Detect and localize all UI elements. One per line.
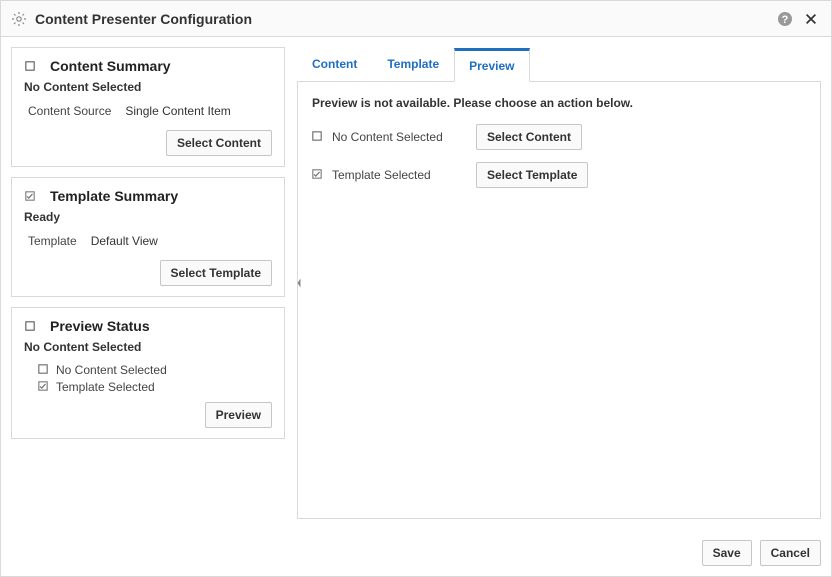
preview-panel: Preview is not available. Please choose … (297, 82, 821, 519)
preview-button[interactable]: Preview (205, 402, 272, 428)
preview-status-title: Preview Status (50, 318, 150, 334)
action-label-text: No Content Selected (332, 130, 443, 144)
action-label: No Content Selected (312, 130, 462, 144)
content-summary-title: Content Summary (50, 58, 171, 74)
checked-icon (38, 381, 50, 393)
select-template-button[interactable]: Select Template (160, 260, 272, 286)
tab-content[interactable]: Content (297, 48, 372, 82)
list-item: No Content Selected (38, 362, 272, 379)
template-summary-card: Template Summary Ready Template Default … (11, 177, 285, 297)
dialog: Content Presenter Configuration ? Conten… (0, 0, 832, 577)
tab-preview[interactable]: Preview (454, 48, 529, 82)
save-button[interactable]: Save (702, 540, 752, 566)
titlebar: Content Presenter Configuration ? (1, 1, 831, 37)
action-label: Template Selected (312, 168, 462, 182)
preview-status-status: No Content Selected (24, 340, 272, 354)
select-template-button[interactable]: Select Template (476, 162, 588, 188)
content-source-row: Content Source Single Content Item (24, 102, 272, 124)
content-summary-status: No Content Selected (24, 80, 272, 94)
preview-status-list: No Content Selected Template Selected (38, 362, 272, 396)
dialog-body: Content Summary No Content Selected Cont… (1, 37, 831, 529)
left-pane: Content Summary No Content Selected Cont… (1, 37, 295, 529)
action-row: Template Selected Select Template (312, 162, 806, 188)
template-summary-status: Ready (24, 210, 272, 224)
splitter-handle[interactable] (295, 271, 303, 295)
unchecked-icon (312, 131, 324, 143)
card-header: Template Summary (24, 188, 272, 204)
unchecked-icon (24, 60, 36, 72)
right-pane: Content Template Preview Preview is not … (295, 37, 831, 529)
list-item: Template Selected (38, 379, 272, 396)
preview-message: Preview is not available. Please choose … (312, 96, 806, 110)
template-value: Default View (91, 234, 158, 248)
content-source-value: Single Content Item (125, 104, 230, 118)
content-source-label: Content Source (28, 104, 111, 118)
tabs: Content Template Preview (297, 47, 821, 82)
unchecked-icon (38, 364, 50, 376)
list-item-label: No Content Selected (56, 362, 167, 379)
dialog-title: Content Presenter Configuration (35, 11, 769, 27)
template-label: Template (28, 234, 77, 248)
gear-icon (11, 11, 27, 27)
tab-template[interactable]: Template (372, 48, 454, 82)
card-header: Preview Status (24, 318, 272, 334)
template-row: Template Default View (24, 232, 272, 254)
help-icon[interactable]: ? (775, 9, 795, 29)
card-header: Content Summary (24, 58, 272, 74)
action-row: No Content Selected Select Content (312, 124, 806, 150)
checked-icon (312, 169, 324, 181)
checked-icon (24, 190, 36, 202)
close-icon[interactable] (801, 9, 821, 29)
svg-text:?: ? (782, 14, 789, 26)
select-content-button[interactable]: Select Content (166, 130, 272, 156)
content-summary-card: Content Summary No Content Selected Cont… (11, 47, 285, 167)
dialog-footer: Save Cancel (1, 529, 831, 576)
select-content-button[interactable]: Select Content (476, 124, 582, 150)
list-item-label: Template Selected (56, 379, 155, 396)
cancel-button[interactable]: Cancel (760, 540, 821, 566)
unchecked-icon (24, 320, 36, 332)
preview-status-card: Preview Status No Content Selected No Co… (11, 307, 285, 439)
action-label-text: Template Selected (332, 168, 431, 182)
template-summary-title: Template Summary (50, 188, 178, 204)
